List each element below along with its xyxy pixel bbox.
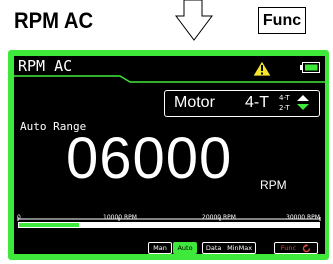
motor-mode-value: 4-T	[245, 94, 269, 111]
auto-button[interactable]: Auto	[173, 242, 197, 254]
motor-label: Motor	[174, 94, 215, 111]
data-label: Data	[205, 244, 222, 252]
toggle-arrows-icon[interactable]	[297, 95, 309, 111]
motor-selector[interactable]: Motor 4-T 4-T 2-T	[164, 90, 320, 117]
main-reading: 06000	[66, 126, 233, 191]
scale-tick-label: 30000 RPM	[286, 214, 320, 221]
data-minmax-button[interactable]: Data MinMax	[202, 242, 256, 254]
bargraph-scale	[17, 217, 321, 228]
reading-unit: RPM	[260, 178, 287, 192]
scale-tick-label: 0	[17, 214, 21, 221]
arrow-down-icon	[175, 0, 213, 41]
motor-option: 2-T	[279, 104, 290, 112]
bargraph-fill	[19, 223, 79, 227]
title-underline	[14, 75, 325, 83]
func-key[interactable]: Func	[258, 7, 306, 34]
man-button[interactable]: Man	[148, 242, 172, 254]
func-rotate-icon	[302, 243, 311, 252]
func-label: Func	[280, 244, 297, 252]
func-softkey[interactable]: Func	[274, 242, 318, 254]
display-screen: RPM AC Motor 4-T 4-T 2-T Auto Range 0600…	[14, 56, 325, 254]
scale-tick-label: 10000 RPM	[103, 214, 137, 221]
warning-icon	[252, 60, 272, 77]
mode-caption: RPM AC	[14, 8, 94, 33]
battery-icon	[300, 62, 320, 73]
minmax-label: MinMax	[227, 244, 253, 252]
scale-tick-label: 20000 RPM	[202, 214, 236, 221]
motor-option: 4-T	[279, 94, 290, 102]
